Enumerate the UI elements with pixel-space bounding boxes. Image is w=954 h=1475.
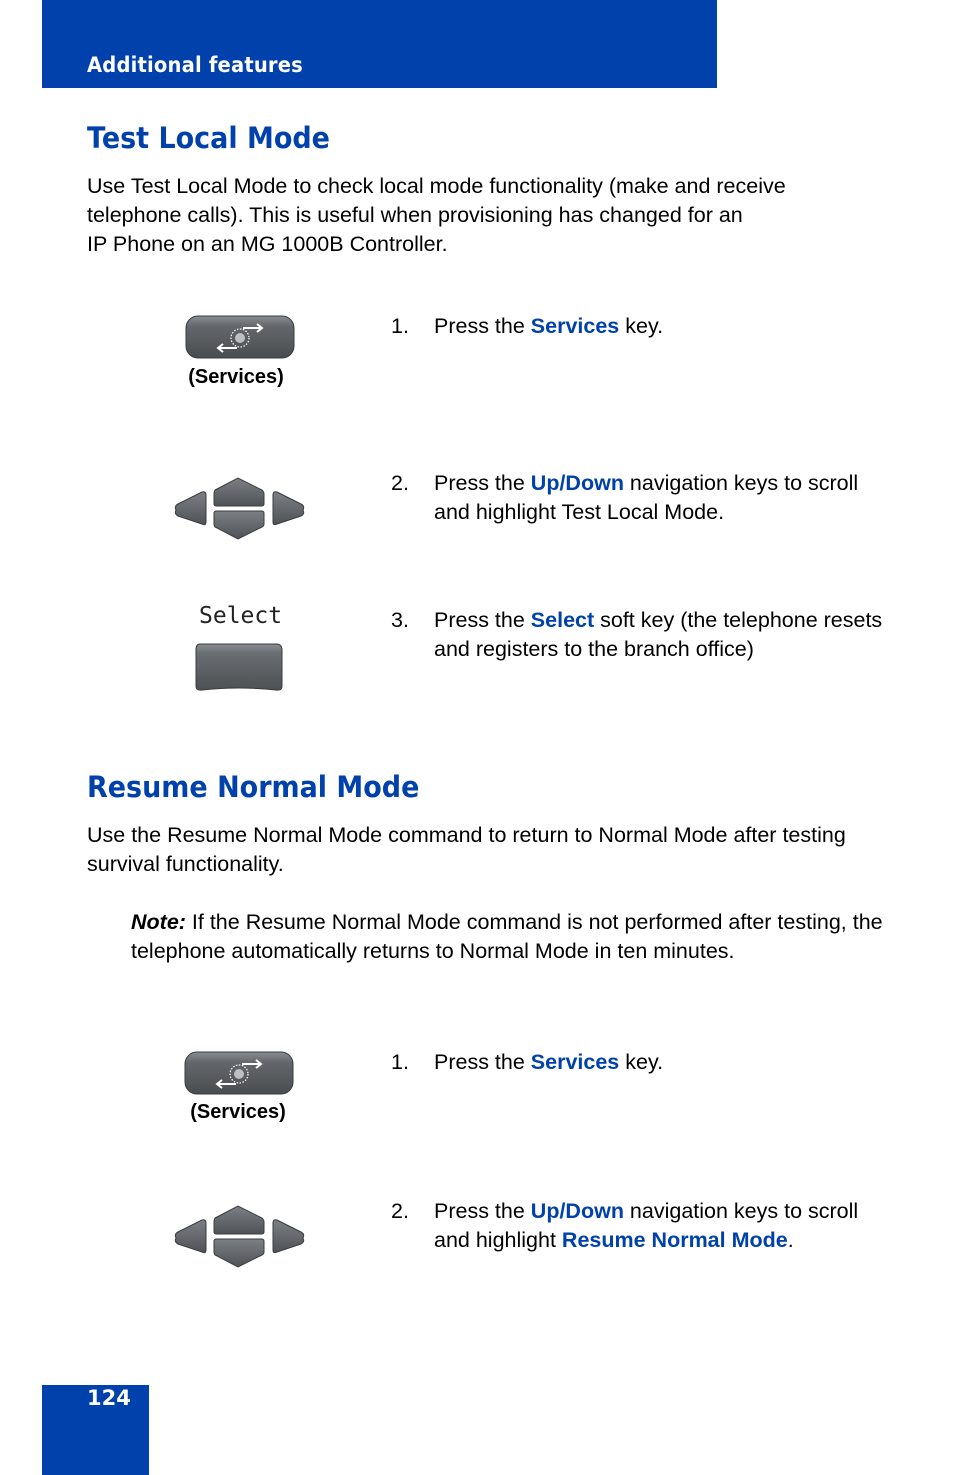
step-1-services: 1. Press the Services key. [391, 312, 891, 341]
key-name-up-down: Up/Down [530, 471, 624, 495]
select-soft-key-label: Select [199, 603, 283, 629]
step-text: Press the [434, 314, 531, 338]
services-key-caption: (Services) [188, 366, 284, 388]
intro-line: IP Phone on an MG 1000B Controller. [87, 232, 448, 256]
key-name-up-down: Up/Down [530, 1199, 624, 1223]
header-title: Additional features [87, 53, 303, 77]
note: Note: If the Resume Normal Mode command … [131, 908, 891, 966]
step-text: Press the [434, 1050, 531, 1074]
step-text: . [787, 1228, 794, 1252]
note-text: If the Resume Normal Mode command is not… [131, 910, 883, 963]
step-number: 2. [391, 471, 409, 495]
step-number: 1. [391, 314, 409, 338]
intro-line: telephone calls). This is useful when pr… [87, 203, 743, 227]
step-1-services: 1. Press the Services key. [391, 1048, 891, 1077]
navigation-keys-icon [172, 1204, 307, 1273]
test-local-mode-intro: Use Test Local Mode to check local mode … [87, 172, 887, 259]
step-text: key. [619, 1050, 664, 1074]
intro-line: Use Test Local Mode to check local mode … [87, 174, 786, 198]
step-text: Press the [434, 1199, 531, 1223]
up-arrow-key [213, 477, 265, 507]
menu-item-resume-normal-mode: Resume Normal Mode [561, 1228, 788, 1252]
note-label: Note: [131, 910, 186, 934]
services-key-icon [185, 315, 295, 365]
down-arrow-key [213, 510, 265, 540]
page-number: 124 [87, 1386, 131, 1410]
services-key-icon [184, 1051, 294, 1101]
key-name-services: Services [530, 1050, 620, 1074]
services-key-caption: (Services) [190, 1101, 286, 1123]
step-2-navigation: 2. Press the Up/Down navigation keys to … [391, 469, 891, 527]
right-arrow-key [272, 491, 305, 526]
section-title-resume-normal-mode: Resume Normal Mode [87, 770, 420, 804]
step-text: Press the [434, 471, 531, 495]
left-arrow-key [174, 491, 207, 526]
step-2-navigation: 2. Press the Up/Down navigation keys to … [391, 1197, 891, 1255]
up-arrow-key [213, 1205, 265, 1235]
step-3-select: 3. Press the Select soft key (the teleph… [391, 606, 891, 664]
section-title-test-local-mode: Test Local Mode [87, 121, 330, 155]
left-arrow-key [174, 1219, 207, 1254]
navigation-keys-icon [172, 476, 307, 545]
key-name-select: Select [530, 608, 595, 632]
right-arrow-key [272, 1219, 305, 1254]
resume-normal-mode-intro: Use the Resume Normal Mode command to re… [87, 823, 846, 876]
step-number: 2. [391, 1199, 409, 1223]
step-number: 1. [391, 1050, 409, 1074]
step-text: key. [619, 314, 664, 338]
step-text: Press the [434, 608, 531, 632]
step-number: 3. [391, 608, 409, 632]
down-arrow-key [213, 1238, 265, 1268]
key-name-services: Services [530, 314, 620, 338]
select-soft-key-icon [194, 642, 284, 699]
